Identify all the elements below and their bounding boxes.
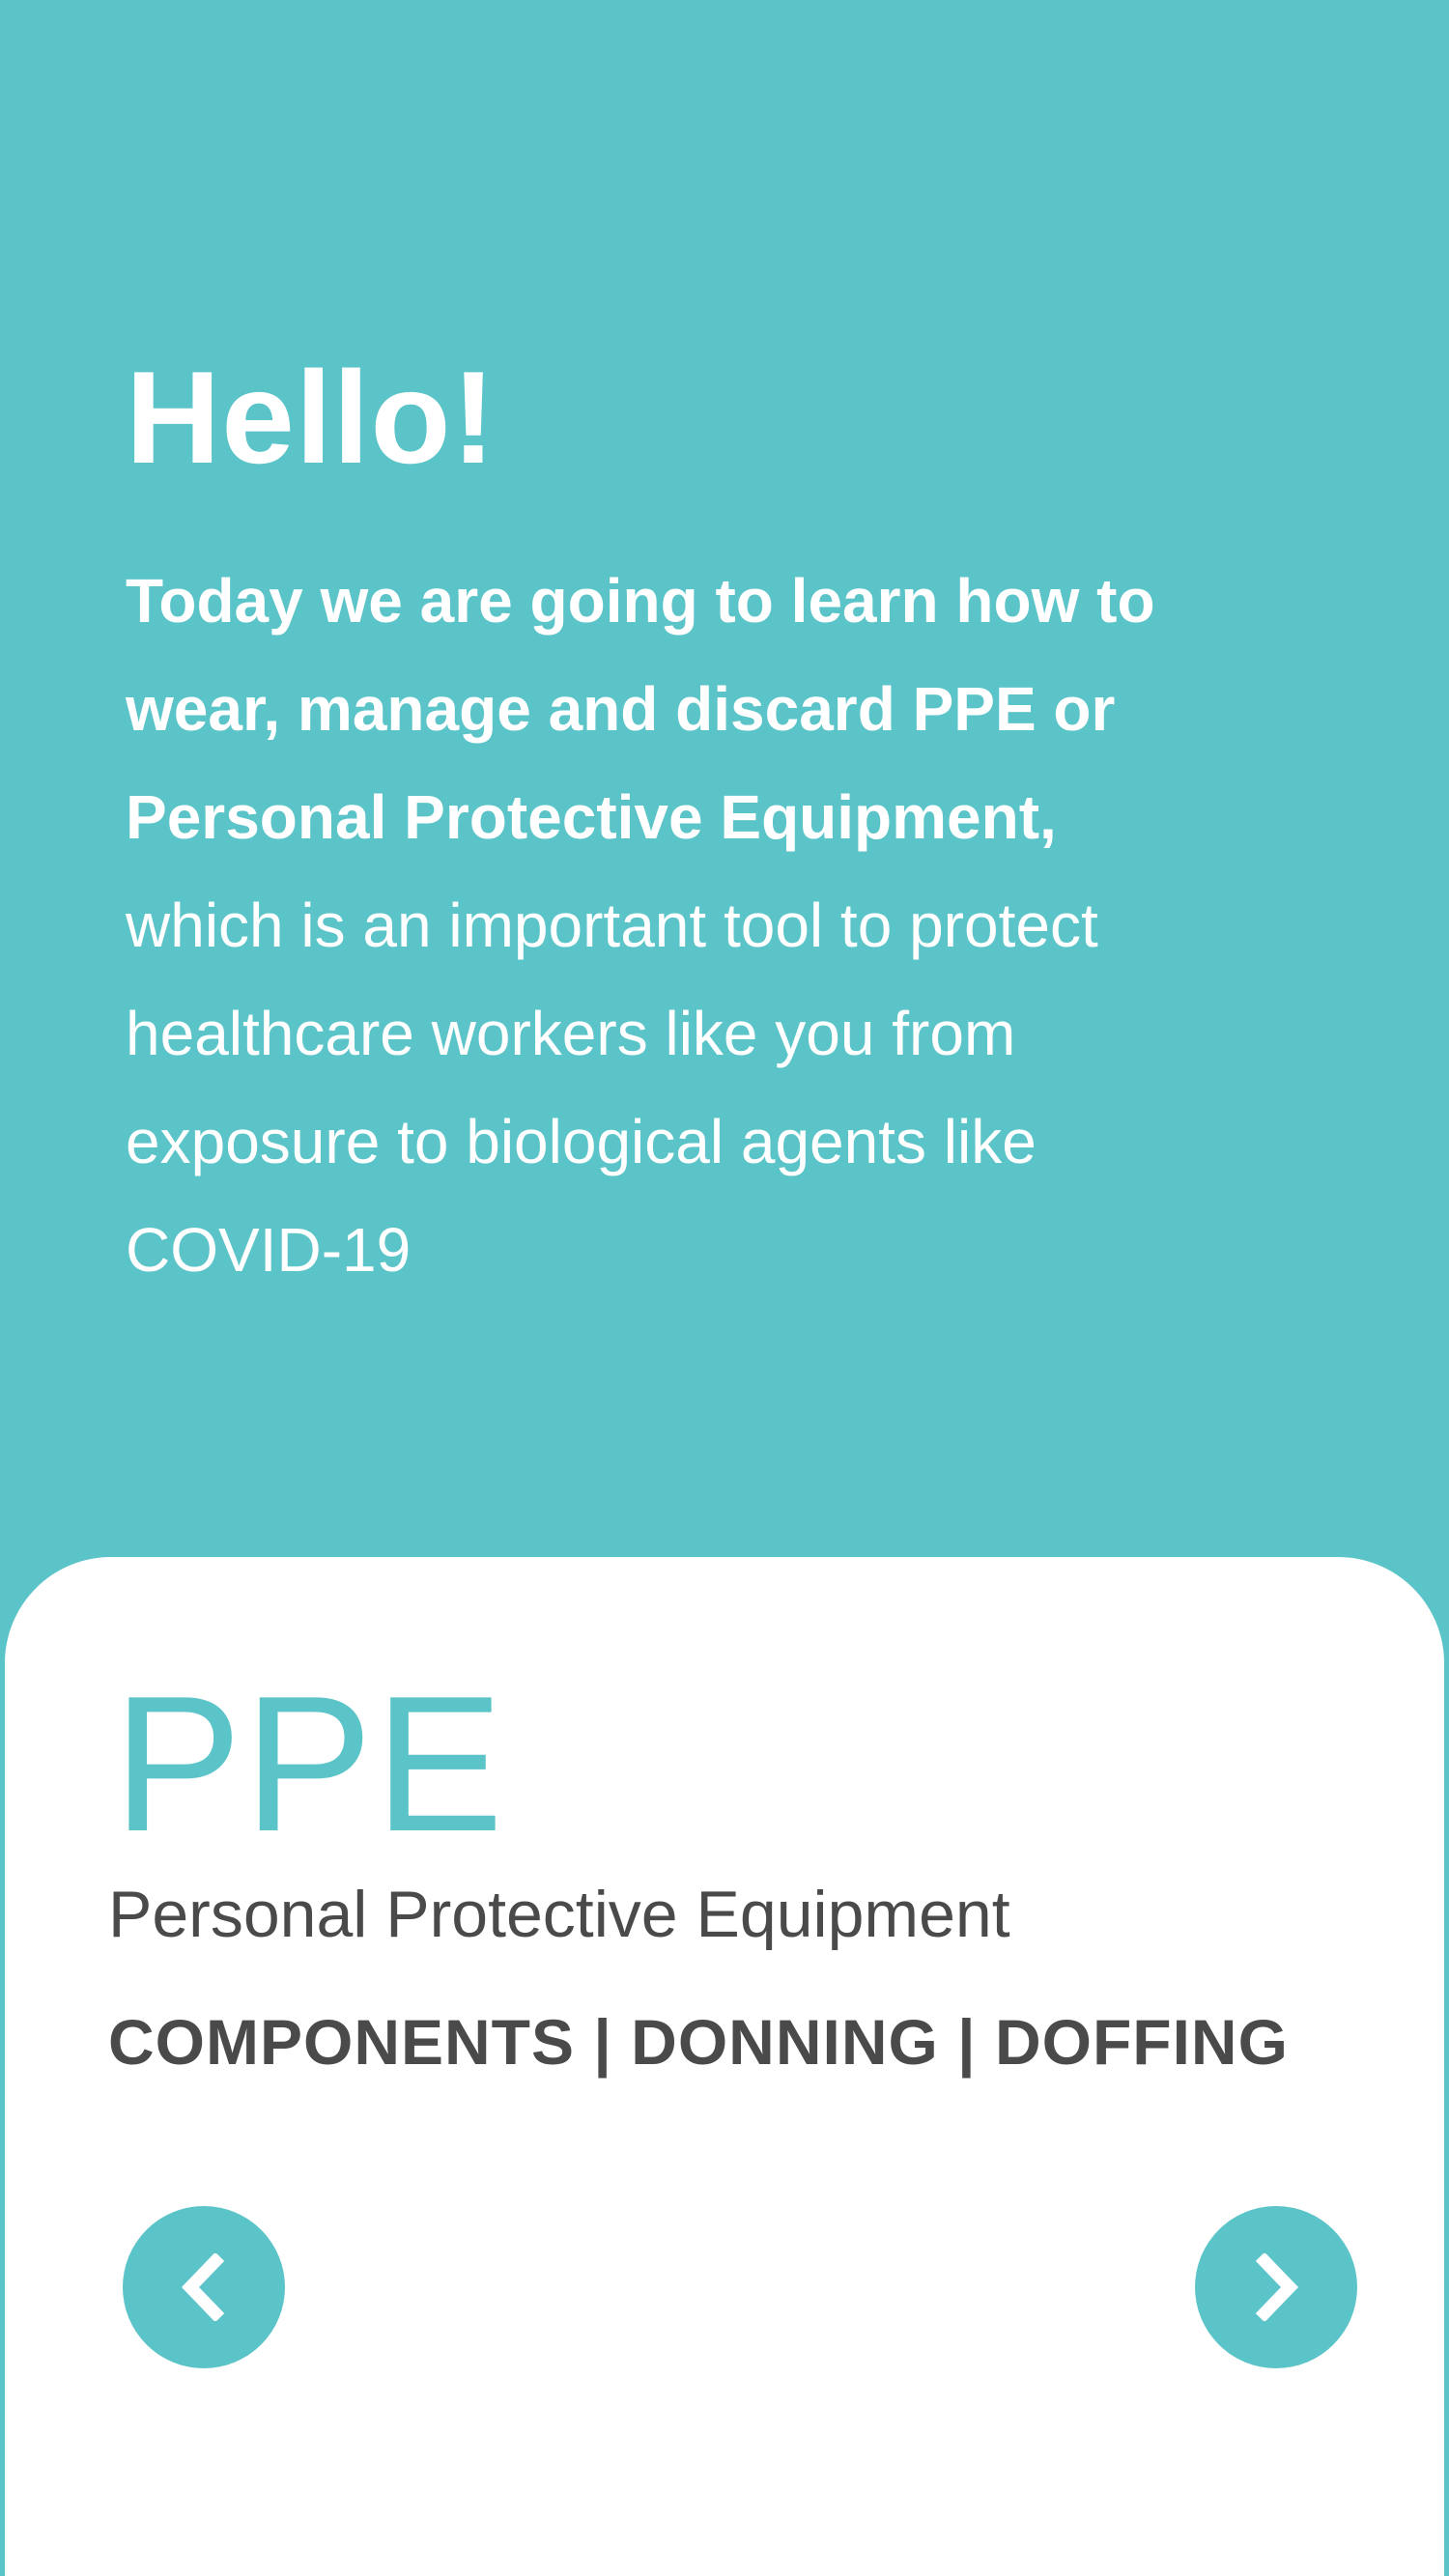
intro-line: healthcare workers like you from (126, 999, 1016, 1068)
intro-line: which is an important tool to protect (126, 891, 1098, 960)
greeting-heading: Hello! (126, 344, 497, 491)
intro-line: COVID-19 (126, 1215, 412, 1285)
ppe-title: PPE (113, 1656, 506, 1872)
hero-section: Hello! Today we are going to learn how t… (0, 0, 1449, 1565)
intro-line: exposure to biological agents like (126, 1107, 1037, 1176)
intro-bold-line: wear, manage and discard PPE or (126, 674, 1116, 744)
intro-text: Today we are going to learn how to wear,… (126, 547, 1265, 1304)
ppe-sections-list: COMPONENTS | DONNING | DOFFING (108, 2006, 1289, 2078)
ppe-subtitle: Personal Protective Equipment (108, 1878, 1010, 1951)
intro-bold-line: Today we are going to learn how to (126, 566, 1155, 636)
intro-bold-line: Personal Protective Equipment, (126, 782, 1057, 852)
ppe-card: PPE Personal Protective Equipment COMPON… (5, 1557, 1444, 2576)
next-button[interactable] (1195, 2206, 1357, 2368)
previous-button[interactable] (123, 2206, 285, 2368)
